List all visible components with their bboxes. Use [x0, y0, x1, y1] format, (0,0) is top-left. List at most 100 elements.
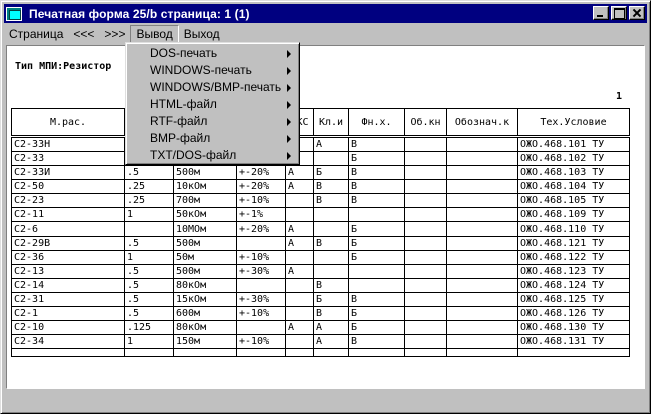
table-cell: Б [348, 221, 405, 237]
table-cell: С2-14 [11, 278, 125, 293]
table-cell: С2-33И [11, 165, 125, 181]
table-cell [446, 306, 518, 322]
table-cell: 80кОм [173, 320, 237, 336]
table-cell: 500м [173, 236, 237, 251]
table-cell [313, 151, 349, 167]
table-cell: В [348, 292, 405, 308]
table-cell: С2-23 [11, 193, 125, 209]
table-cell: +-20% [236, 165, 286, 181]
table-cell: ОЖО.468.121 ТУ [517, 236, 630, 251]
table-cell [313, 250, 349, 265]
title-bar[interactable]: Печатная форма 25/b страница: 1 (1) [4, 4, 647, 23]
table-cell [285, 292, 314, 308]
table-row: С2-23.25 700м +-10% В В ОЖО.468.105 ТУ [11, 193, 630, 209]
table-cell [446, 151, 518, 167]
menu-item-txt-dos-file[interactable]: TXT/DOS-файл [128, 147, 297, 164]
table-cell: 80кОм [173, 278, 237, 293]
table-cell [348, 278, 405, 293]
table-cell [446, 193, 518, 209]
table-cell: Б [348, 320, 405, 336]
table-cell [404, 348, 447, 358]
maximize-button[interactable] [611, 6, 627, 20]
table-cell: ОЖО.468.109 ТУ [517, 207, 630, 223]
table-cell [404, 165, 447, 181]
table-cell [285, 348, 314, 358]
minimize-button[interactable] [593, 6, 609, 20]
table-cell: .5 [124, 236, 174, 251]
table-cell [404, 292, 447, 308]
table-cell: А [313, 320, 349, 336]
menu-item-label: DOS-печать [150, 46, 218, 60]
table-cell: 15кОм [173, 292, 237, 308]
table-cell [124, 221, 174, 237]
table-cell [404, 236, 447, 251]
table-cell [285, 250, 314, 265]
table-cell [517, 348, 630, 358]
menu-item-windows-bmp-print[interactable]: WINDOWS/BMP-печать [128, 79, 297, 96]
menu-item-dos-print[interactable]: DOS-печать [128, 45, 297, 62]
table-cell [404, 135, 447, 152]
table-cell: .5 [124, 278, 174, 293]
menu-item-bmp-file[interactable]: BMP-файл [128, 130, 297, 147]
menu-item-label: WINDOWS-печать [150, 63, 252, 77]
table-cell [446, 278, 518, 293]
table-cell: А [285, 320, 314, 336]
column-header: Обознач.к [446, 108, 518, 137]
column-header: Кл.и [313, 108, 349, 137]
table-cell: С2-11 [11, 207, 125, 223]
submenu-arrow-icon [287, 135, 291, 143]
menu-output[interactable]: Вывод [130, 24, 179, 43]
table-row: С2-13.5 500м +-30% А ОЖО.468.123 ТУ [11, 264, 630, 279]
submenu-arrow-icon [287, 101, 291, 109]
table-cell: +-20% [236, 221, 286, 237]
table-cell: 10кОм [173, 179, 237, 195]
table-cell [313, 348, 349, 358]
table-cell [313, 207, 349, 223]
table-cell: ОЖО.468.110 ТУ [517, 221, 630, 237]
table-cell [446, 250, 518, 265]
column-header: Фн.х. [348, 108, 405, 137]
app-window: Печатная форма 25/b страница: 1 (1) Стра… [0, 0, 651, 414]
table-cell [236, 278, 286, 293]
table-cell: 600м [173, 306, 237, 322]
table-cell [285, 278, 314, 293]
app-icon[interactable] [6, 6, 22, 21]
table-cell [446, 207, 518, 223]
menu-item-windows-print[interactable]: WINDOWS-печать [128, 62, 297, 79]
table-cell: 150м [173, 334, 237, 350]
table-cell: .5 [124, 306, 174, 322]
table-cell: С2-50 [11, 179, 125, 195]
table-cell: 500м [173, 165, 237, 181]
close-button[interactable] [629, 6, 645, 20]
table-row: С2-33.12510Ом+-5%БОЖО.468.102 ТУ [11, 151, 630, 167]
page-number: 1 [616, 91, 623, 102]
table-cell: .5 [124, 264, 174, 279]
table-cell: В [313, 193, 349, 209]
menu-page[interactable]: Страница [4, 25, 68, 43]
print-preview-area[interactable]: Тип МПИ:Резистор 1 М.рас. ТКС Кл.и Фн.х.… [6, 45, 645, 389]
menu-exit[interactable]: Выход [179, 25, 225, 43]
menu-item-html-file[interactable]: HTML-файл [128, 96, 297, 113]
table-cell [173, 348, 237, 358]
table-cell: Б [348, 151, 405, 167]
table-cell: А [285, 236, 314, 251]
table-cell: В [348, 334, 405, 350]
table-cell: 1 [124, 250, 174, 265]
table-row: С2-31.5 15кОм +-30% Б В ОЖО.468.125 ТУ [11, 292, 630, 308]
table-cell [446, 221, 518, 237]
table-cell: А [285, 264, 314, 279]
menu-next-page[interactable]: >>> [99, 25, 130, 43]
menu-prev-page[interactable]: <<< [68, 25, 99, 43]
table-cell: ОЖО.468.101 ТУ [517, 135, 630, 152]
menu-item-label: HTML-файл [150, 97, 217, 111]
table-header-row: М.рас. ТКС Кл.и Фн.х. Об.кн Обознач.к Те… [11, 108, 630, 137]
table-cell: А [313, 135, 349, 152]
window-title: Печатная форма 25/b страница: 1 (1) [29, 6, 250, 21]
table-cell: ОЖО.468.104 ТУ [517, 179, 630, 195]
table-cell [348, 348, 405, 358]
table-cell: С2-33Н [11, 135, 125, 152]
table-cell [446, 264, 518, 279]
menu-item-rtf-file[interactable]: RTF-файл [128, 113, 297, 130]
table-row: С2-34 1 150м +-10% А В ОЖО.468.131 ТУ [11, 334, 630, 350]
table-cell [404, 221, 447, 237]
